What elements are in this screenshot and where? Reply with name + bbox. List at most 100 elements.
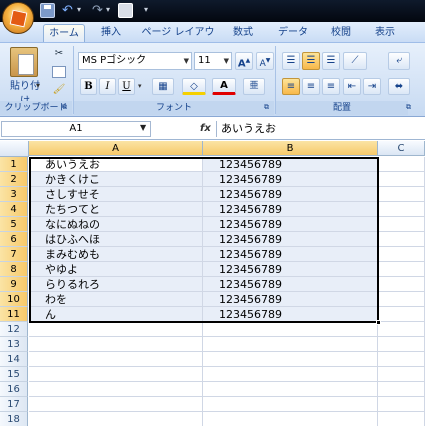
column-header-c[interactable]: C xyxy=(378,141,425,156)
cell-a[interactable] xyxy=(29,397,203,412)
cell-a[interactable]: あいうえお xyxy=(29,157,203,172)
row-header[interactable]: 16 xyxy=(0,382,28,397)
cell-b[interactable] xyxy=(203,322,378,337)
tab-view[interactable]: 表示 xyxy=(370,24,400,42)
column-header-b[interactable]: B xyxy=(203,141,378,156)
row-header[interactable]: 5 xyxy=(0,217,28,232)
cell-a[interactable] xyxy=(29,322,203,337)
copy-icon[interactable] xyxy=(52,66,66,78)
cell-b[interactable]: 123456789 xyxy=(203,232,378,247)
cell-c[interactable] xyxy=(378,412,425,426)
tab-home[interactable]: ホーム xyxy=(43,24,85,42)
cell-c[interactable] xyxy=(378,217,425,232)
cell-b[interactable]: 123456789 xyxy=(203,307,378,322)
align-right-icon[interactable]: ≡ xyxy=(322,78,340,95)
row-header[interactable]: 6 xyxy=(0,232,28,247)
cell-c[interactable] xyxy=(378,382,425,397)
tab-review[interactable]: 校閲 xyxy=(326,24,356,42)
redo-dropdown-icon[interactable]: ▾ xyxy=(106,5,110,14)
cell-c[interactable] xyxy=(378,397,425,412)
row-header[interactable]: 17 xyxy=(0,397,28,412)
font-color-button[interactable]: A xyxy=(212,78,236,95)
cell-a[interactable] xyxy=(29,337,203,352)
insert-function-icon[interactable]: fx xyxy=(200,121,211,137)
cell-c[interactable] xyxy=(378,352,425,367)
align-center-icon[interactable]: ≡ xyxy=(302,78,320,95)
grow-font-icon[interactable]: A▲ xyxy=(235,52,253,70)
cell-a[interactable] xyxy=(29,352,203,367)
cell-b[interactable]: 123456789 xyxy=(203,262,378,277)
align-middle-icon[interactable]: ☰ xyxy=(302,52,320,70)
cell-c[interactable] xyxy=(378,187,425,202)
row-header[interactable]: 15 xyxy=(0,367,28,382)
undo-icon[interactable]: ↶ xyxy=(60,3,75,18)
office-button[interactable] xyxy=(2,2,34,34)
orientation-icon[interactable]: ⟋ xyxy=(343,52,367,70)
column-header-a[interactable]: A xyxy=(29,141,203,156)
undo-dropdown-icon[interactable]: ▾ xyxy=(77,5,81,14)
cell-b[interactable] xyxy=(203,337,378,352)
cell-c[interactable] xyxy=(378,232,425,247)
tab-insert[interactable]: 挿入 xyxy=(96,24,126,42)
chevron-down-icon[interactable]: ▼ xyxy=(140,123,146,132)
cell-a[interactable]: やゆよ xyxy=(29,262,203,277)
row-header[interactable]: 8 xyxy=(0,262,28,277)
select-all-corner[interactable] xyxy=(0,141,29,157)
cell-b[interactable] xyxy=(203,382,378,397)
wrap-text-icon[interactable]: ⤶ xyxy=(388,52,410,70)
cell-a[interactable] xyxy=(29,412,203,426)
increase-indent-icon[interactable]: ⇥ xyxy=(363,78,381,95)
cell-b[interactable]: 123456789 xyxy=(203,187,378,202)
underline-dropdown-icon[interactable]: ▾ xyxy=(138,82,142,90)
cell-c[interactable] xyxy=(378,367,425,382)
cell-a[interactable]: らりるれろ xyxy=(29,277,203,292)
fill-color-icon[interactable]: ◇ xyxy=(182,78,206,95)
cell-c[interactable] xyxy=(378,337,425,352)
cell-a[interactable]: たちつてと xyxy=(29,202,203,217)
paste-icon[interactable] xyxy=(10,47,38,77)
cell-c[interactable] xyxy=(378,277,425,292)
decrease-indent-icon[interactable]: ⇤ xyxy=(343,78,361,95)
row-header[interactable]: 18 xyxy=(0,412,28,426)
cell-b[interactable] xyxy=(203,412,378,426)
cell-c[interactable] xyxy=(378,262,425,277)
bold-button[interactable]: B xyxy=(80,78,97,95)
row-header[interactable]: 9 xyxy=(0,277,28,292)
row-header[interactable]: 12 xyxy=(0,322,28,337)
font-name-combo[interactable]: MS Pゴシック ▼ xyxy=(78,52,192,70)
cell-b[interactable]: 123456789 xyxy=(203,247,378,262)
underline-button[interactable]: U xyxy=(118,78,135,95)
dialog-launcher-icon[interactable]: ⧉ xyxy=(406,103,411,112)
cell-a[interactable]: かきくけこ xyxy=(29,172,203,187)
customize-toolbar-icon[interactable]: ▾ xyxy=(144,5,148,14)
cell-a[interactable]: はひふへほ xyxy=(29,232,203,247)
name-box[interactable]: A1 xyxy=(1,121,151,137)
cell-b[interactable] xyxy=(203,367,378,382)
borders-icon[interactable]: ▦ xyxy=(152,78,174,95)
italic-button[interactable]: I xyxy=(99,78,116,95)
quick-print-icon[interactable] xyxy=(118,3,133,18)
dialog-launcher-icon[interactable]: ⧉ xyxy=(264,103,269,112)
cell-b[interactable] xyxy=(203,397,378,412)
cell-a[interactable]: ん xyxy=(29,307,203,322)
tab-formulas[interactable]: 数式 xyxy=(228,24,258,42)
cell-a[interactable] xyxy=(29,367,203,382)
dialog-launcher-icon[interactable]: ⧉ xyxy=(62,103,67,112)
align-bottom-icon[interactable]: ☰ xyxy=(322,52,340,70)
cell-b[interactable]: 123456789 xyxy=(203,157,378,172)
fill-handle[interactable] xyxy=(376,320,381,325)
row-header[interactable]: 14 xyxy=(0,352,28,367)
row-header[interactable]: 3 xyxy=(0,187,28,202)
cell-c[interactable] xyxy=(378,172,425,187)
cell-c[interactable] xyxy=(378,157,425,172)
cell-b[interactable]: 123456789 xyxy=(203,292,378,307)
phonetic-guide-icon[interactable]: 亜 xyxy=(243,78,265,95)
merge-center-icon[interactable]: ⬌ xyxy=(388,78,410,95)
align-left-icon[interactable]: ≡ xyxy=(282,78,300,95)
tab-page-layout[interactable]: ページ レイアウト xyxy=(140,24,216,56)
cell-c[interactable] xyxy=(378,307,425,322)
cell-a[interactable]: さしすせそ xyxy=(29,187,203,202)
tab-data[interactable]: データ xyxy=(276,24,310,42)
cell-a[interactable] xyxy=(29,382,203,397)
row-header[interactable]: 13 xyxy=(0,337,28,352)
